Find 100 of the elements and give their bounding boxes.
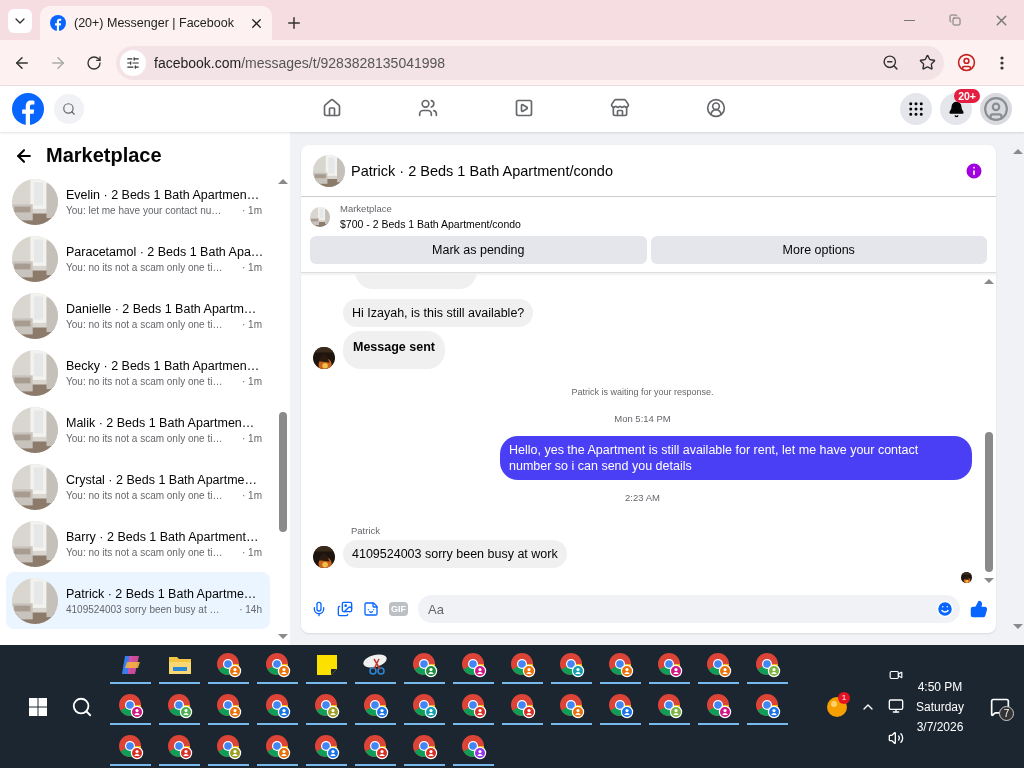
conversation-item[interactable]: Malik · 2 Beds 1 Bath Apartmen… You: no its not a scam only one ti… · 1m [6, 401, 270, 458]
action-button[interactable]: Mark as pending [310, 236, 647, 264]
browser-icon [166, 733, 193, 760]
notification-count: 7 [999, 705, 1014, 721]
volume-icon[interactable] [887, 729, 904, 746]
conversation-item[interactable]: Paracetamol · 2 Beds 1 Bath Apa… You: no its not a scam only one ti… · 1m [6, 230, 270, 287]
browser-icon [705, 651, 732, 678]
browser-icon [313, 692, 340, 719]
reload-icon [86, 54, 102, 71]
clock-date: 3/7/2026 [916, 719, 964, 734]
video-icon [514, 97, 534, 118]
home-icon [322, 97, 342, 118]
message-preview: You: let me have your contact nu… [66, 204, 222, 216]
browser-icon [117, 733, 144, 760]
bookmark-star-icon[interactable] [919, 54, 936, 71]
browser-icon [362, 733, 389, 760]
notification-count: 20+ [954, 89, 980, 103]
message-preview: You: no its not a scam only one ti… [66, 318, 223, 330]
browser-icon [264, 692, 291, 719]
conversation-item[interactable]: Becky · 2 Beds 1 Bath Apartmen… You: no its not a scam only one ti… · 1m [6, 344, 270, 401]
message-time: · 1m [242, 204, 262, 216]
conversation-item[interactable]: Patrick · 2 Beds 1 Bath Apartme… 4109524003 sorry been busy at … · 14h [6, 572, 270, 629]
action-button[interactable]: More options [650, 236, 987, 264]
like-icon[interactable] [970, 600, 988, 618]
logo-icon [12, 93, 44, 125]
tab-list-button[interactable] [8, 9, 32, 33]
grid-icon [907, 100, 925, 118]
message-bubble: Hi Izayah, is this still available? [343, 299, 534, 327]
timestamp: Mon 5:14 PM [613, 412, 672, 426]
conversation-name: Paracetamol · 2 Beds 1 Bath Apa… [66, 244, 262, 259]
menu-grid-button[interactable] [900, 93, 932, 125]
url-host: facebook.com [154, 54, 242, 71]
browser-icon [607, 651, 634, 678]
groups-icon [706, 97, 726, 118]
message-time: · 1m [242, 432, 262, 444]
browser-icon [656, 692, 683, 719]
browser-icon [460, 692, 487, 719]
browser-icon [411, 733, 438, 760]
browser-icon [264, 733, 291, 760]
microphone-icon[interactable] [311, 601, 327, 617]
info-icon[interactable] [964, 160, 984, 181]
bell-icon [947, 100, 965, 118]
scrollbar-thumb[interactable] [279, 412, 287, 532]
conversation-name: Danielle · 2 Beds 1 Bath Apartm… [66, 301, 258, 316]
message-preview: You: no its not a scam only one ti… [66, 489, 223, 501]
browser-icon [264, 651, 291, 678]
message-time: · 1m [242, 261, 262, 273]
browser-icon [411, 651, 438, 678]
conversation-item[interactable]: Evelin · 2 Beds 1 Bath Apartmen… You: let me have your contact nu… · 1m [6, 173, 270, 230]
browser-icon [215, 651, 242, 678]
site-icon [50, 15, 66, 31]
conversation-item[interactable]: Danielle · 2 Beds 1 Bath Apartm… You: no its not a scam only one ti… · 1m [6, 287, 270, 344]
conversation-name: Barry · 2 Beds 1 Bath Apartment… [66, 529, 260, 544]
clock-time: 4:50 PM [917, 679, 963, 694]
emoji-icon[interactable] [936, 600, 954, 618]
network-icon[interactable] [887, 697, 904, 714]
browser-icon [117, 692, 144, 719]
conversation-name: Malik · 2 Beds 1 Bath Apartmen… [66, 415, 256, 430]
browser-icon [754, 692, 781, 719]
message-bubble: 4109524003 sorry been busy at work [343, 540, 567, 568]
menu-icon [1000, 55, 1004, 70]
scrollbar-thumb[interactable] [985, 432, 993, 572]
browser-icon [313, 733, 340, 760]
browser-icon [166, 692, 193, 719]
browser-icon [607, 692, 634, 719]
sticker-icon[interactable] [363, 601, 379, 617]
conversation-name: Crystal · 2 Beds 1 Bath Apartme… [66, 472, 259, 487]
message-preview: 4109524003 sorry been busy at … [66, 603, 220, 615]
listing-title: $700 - 2 Beds 1 Bath Apartment/condo [340, 218, 521, 230]
message-time: · 1m [242, 318, 262, 330]
message-preview: You: no its not a scam only one ti… [66, 375, 223, 387]
friends-icon [418, 97, 438, 118]
browser-icon [509, 692, 536, 719]
tray-badge: 1 [837, 691, 850, 704]
browser-icon [705, 692, 732, 719]
plus-icon [285, 14, 303, 32]
browser-icon [558, 692, 585, 719]
zoom-icon[interactable] [882, 54, 899, 71]
profile-icon [956, 53, 976, 72]
conversation-item[interactable]: Barry · 2 Beds 1 Bath Apartment… You: no its not a scam only one ti… · 1m [6, 515, 270, 572]
search-icon [71, 695, 93, 718]
address-bar[interactable]: facebook.com/messages/t/9283828135041998 [116, 45, 944, 80]
sticky-note-icon [315, 653, 338, 676]
conversation-name: Evelin · 2 Beds 1 Bath Apartmen… [66, 187, 261, 202]
composer-field[interactable]: Aa [418, 595, 960, 623]
browser-icon [509, 651, 536, 678]
timestamp: 2:23 AM [624, 491, 661, 505]
message-input[interactable]: Aa [428, 601, 936, 617]
account-button[interactable] [980, 93, 1012, 125]
message-preview: You: no its not a scam only one ti… [66, 261, 223, 273]
chat-title: Patrick · 2 Beds 1 Bath Apartment/condo [351, 162, 614, 179]
browser-icon [362, 692, 389, 719]
browser-tab[interactable]: (20+) Messenger | Facebook [40, 6, 272, 40]
conversation-item[interactable]: Crystal · 2 Beds 1 Bath Apartme… You: no its not a scam only one ti… · 1m [6, 458, 270, 515]
search-icon [62, 102, 76, 116]
site-settings-button[interactable] [120, 49, 146, 76]
conversation-name: Patrick · 2 Beds 1 Bath Apartme… [66, 586, 258, 601]
photo-icon[interactable] [337, 601, 353, 617]
browser-icon [754, 651, 781, 678]
conversation-name: Becky · 2 Beds 1 Bath Apartmen… [66, 358, 261, 373]
